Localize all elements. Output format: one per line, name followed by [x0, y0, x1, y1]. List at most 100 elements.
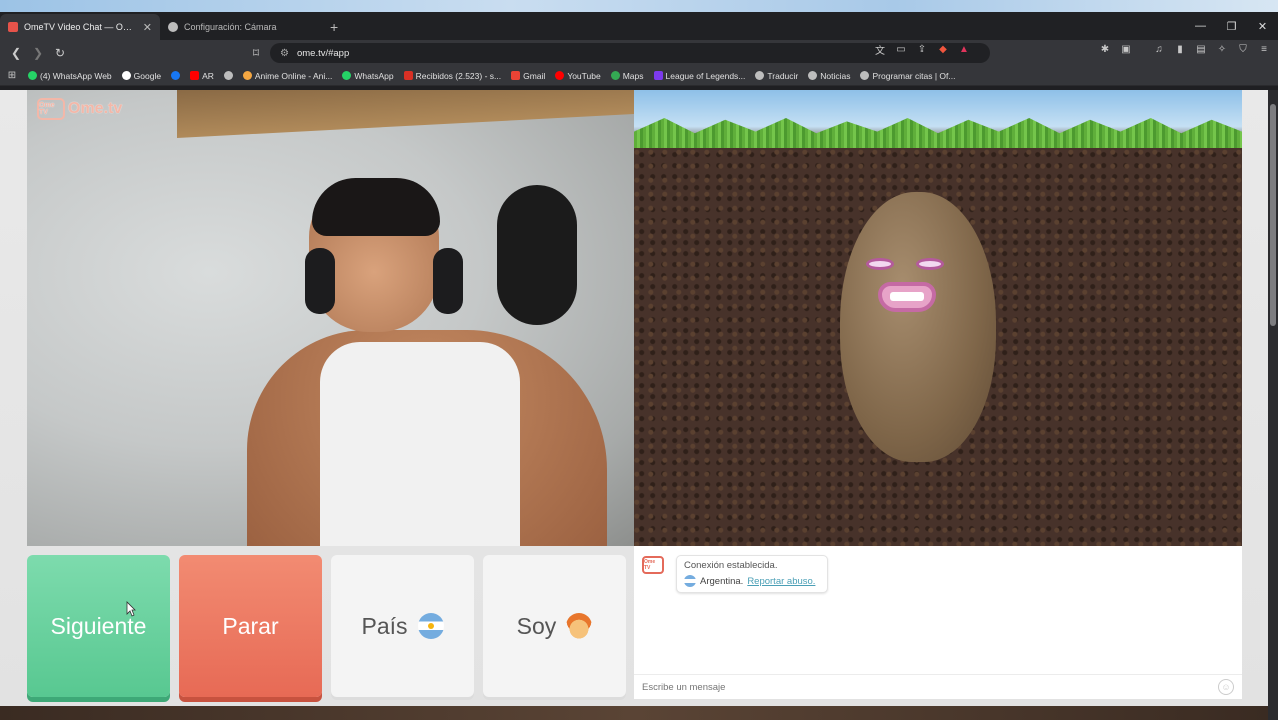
- rewards-icon[interactable]: ▲: [958, 43, 970, 55]
- share-icon[interactable]: ⇪: [916, 43, 928, 55]
- bookmark-item[interactable]: Programar citas | Of...: [860, 71, 955, 81]
- window-controls: — ❐ ✕: [1185, 12, 1278, 40]
- argentina-flag-icon: [417, 613, 444, 639]
- tab-bar: OmeTV Video Chat — Omeg ✕ Configuración:…: [0, 12, 1278, 40]
- message-input[interactable]: [642, 681, 1218, 693]
- close-icon[interactable]: ✕: [143, 21, 152, 34]
- apps-grid-icon[interactable]: ⊞: [6, 70, 18, 82]
- site-settings-icon[interactable]: ⚙: [280, 48, 289, 59]
- cast-icon[interactable]: ▭: [895, 43, 907, 55]
- country-button[interactable]: País: [331, 555, 474, 697]
- gender-button[interactable]: Soy: [483, 555, 626, 697]
- local-video: Ome TV Ome.tv: [27, 90, 634, 546]
- translate-icon[interactable]: 文: [874, 43, 886, 57]
- tv-icon: Ome TV: [37, 98, 65, 120]
- vpn-icon[interactable]: ⛉: [1237, 43, 1249, 55]
- bookmark-item[interactable]: [223, 71, 233, 80]
- video-background: [177, 90, 634, 138]
- leo-icon[interactable]: ✧: [1216, 43, 1228, 55]
- new-tab-button[interactable]: +: [320, 14, 348, 40]
- bookmark-item[interactable]: Traducir: [755, 71, 798, 81]
- bookmark-item[interactable]: Anime Online - Ani...: [242, 71, 332, 81]
- youtube-icon: [190, 71, 200, 80]
- stop-button[interactable]: Parar: [179, 555, 322, 697]
- video-background: [497, 185, 577, 325]
- brave-shield-icon[interactable]: ◆: [937, 43, 949, 55]
- globe-icon: [755, 71, 765, 80]
- media-icon[interactable]: ♫: [1153, 43, 1165, 55]
- eye-icon: [866, 258, 894, 270]
- mouth-icon: [878, 282, 936, 312]
- bookmark-item[interactable]: Gmail: [511, 71, 545, 81]
- back-icon[interactable]: ❮: [6, 43, 26, 63]
- potato-avatar: [840, 192, 996, 462]
- globe-icon: [223, 71, 233, 80]
- page-background: [0, 706, 1268, 720]
- bookmark-item[interactable]: (4) WhatsApp Web: [28, 71, 112, 81]
- eye-icon: [916, 258, 944, 270]
- bookmark-item[interactable]: Noticias: [808, 71, 850, 81]
- whatsapp-icon: [342, 71, 352, 80]
- tab-ometv[interactable]: OmeTV Video Chat — Omeg ✕: [0, 14, 160, 40]
- boy-icon: [566, 613, 593, 639]
- browser-toolbar: ❮ ❯ ↻ ⌑ ⚙ ome.tv/#app 文 ▭ ⇪ ◆ ▲ ✱ ▣ ♫ ▮ …: [0, 40, 1278, 66]
- chat-panel: Ome TV Conexión establecida. Argentina. …: [634, 546, 1242, 699]
- tab-search-icon[interactable]: ▣: [1120, 43, 1132, 55]
- bookmark-item[interactable]: WhatsApp: [342, 71, 394, 81]
- globe-icon: [808, 71, 818, 80]
- toolbar-icons: 文 ▭ ⇪ ◆ ▲ ✱ ▣ ♫ ▮ ▤ ✧ ⛉ ≡: [874, 43, 1270, 57]
- sidebar-icon[interactable]: ▮: [1174, 43, 1186, 55]
- headphone-icon: [433, 248, 463, 314]
- minimize-button[interactable]: —: [1185, 12, 1216, 40]
- connection-status: Conexión establecida.: [684, 560, 778, 571]
- ometv-logo: Ome TV Ome.tv: [37, 98, 122, 120]
- gender-label: Soy: [516, 612, 557, 639]
- argentina-flag-icon: [684, 575, 696, 587]
- anime-icon: [242, 71, 252, 80]
- scrollbar[interactable]: [1268, 90, 1278, 720]
- mouse-cursor-icon: [126, 601, 136, 617]
- restore-button[interactable]: ❐: [1216, 12, 1247, 40]
- bookmark-item[interactable]: YouTube: [555, 71, 601, 81]
- logo-text: Ome.tv: [68, 100, 123, 117]
- partner-country: Argentina.: [700, 575, 744, 587]
- video-person: [320, 342, 520, 546]
- gear-icon: [168, 22, 178, 32]
- url-text: ome.tv/#app: [296, 47, 350, 59]
- extensions-icon[interactable]: ✱: [1099, 43, 1111, 55]
- message-bar: ☺: [634, 674, 1242, 699]
- facebook-icon: [171, 71, 181, 80]
- bookmark-icon[interactable]: ⌑: [246, 43, 266, 63]
- ometv-chat-icon: Ome TV: [642, 556, 664, 574]
- stop-label: Parar: [222, 612, 279, 639]
- next-button[interactable]: Siguiente: [27, 555, 170, 697]
- scrollbar-thumb[interactable]: [1270, 104, 1276, 326]
- ometv-favicon-icon: [8, 22, 18, 32]
- google-icon: [121, 71, 131, 80]
- tab-title: OmeTV Video Chat — Omeg: [24, 22, 137, 32]
- youtube-icon: [555, 71, 565, 80]
- report-abuse-link[interactable]: Reportar abuso.: [747, 576, 815, 587]
- bookmark-item[interactable]: Recibidos (2.523) - s...: [403, 71, 501, 81]
- maps-icon: [610, 71, 620, 80]
- whatsapp-icon: [28, 71, 37, 80]
- menu-icon[interactable]: ≡: [1258, 43, 1270, 55]
- close-window-button[interactable]: ✕: [1247, 12, 1278, 40]
- bookmark-item[interactable]: League of Legends...: [653, 71, 745, 81]
- emoji-icon[interactable]: ☺: [1218, 679, 1234, 695]
- gmail-icon: [511, 71, 521, 80]
- reload-icon[interactable]: ↻: [50, 43, 70, 63]
- system-message: Conexión establecida. Argentina. Reporta…: [676, 555, 828, 593]
- country-label: País: [361, 612, 408, 639]
- wallet-icon[interactable]: ▤: [1195, 43, 1207, 55]
- forward-icon[interactable]: ❯: [28, 43, 48, 63]
- remote-video: [634, 90, 1242, 546]
- tab-settings[interactable]: Configuración: Cámara: [160, 14, 320, 40]
- bookmark-item[interactable]: AR: [190, 71, 214, 81]
- video-person: [312, 178, 440, 236]
- desktop-background: [0, 0, 1278, 12]
- bookmark-item[interactable]: [171, 71, 181, 80]
- video-background: [634, 118, 1242, 152]
- bookmark-item[interactable]: Maps: [610, 71, 644, 81]
- bookmark-item[interactable]: Google: [121, 71, 161, 81]
